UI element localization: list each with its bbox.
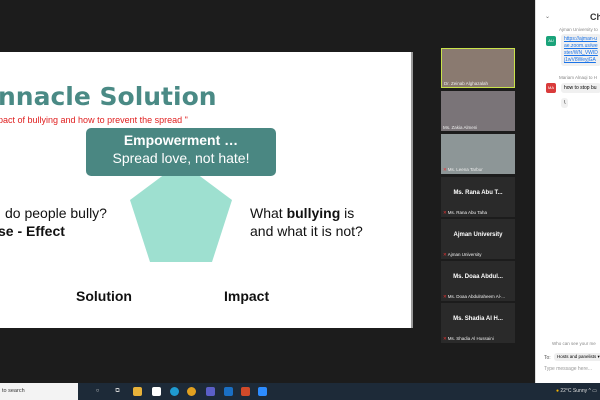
message-sender: Ajman University to bbox=[559, 27, 598, 32]
powerpoint-icon[interactable] bbox=[241, 387, 250, 396]
chevron-down-icon[interactable]: ⌄ bbox=[545, 13, 550, 20]
chat-message: how to stop bu bbox=[561, 83, 600, 93]
chrome-icon[interactable] bbox=[187, 387, 196, 396]
text-bold: bullying bbox=[286, 205, 341, 221]
chevron-up-icon[interactable]: ^ bbox=[589, 388, 591, 394]
left-question: do people bully? bbox=[5, 205, 107, 221]
name: Ms. Rana Abu Taha bbox=[447, 210, 487, 215]
mic-muted-icon: ✕ bbox=[443, 167, 447, 172]
participant-tile[interactable]: Ms. Zakia Almeni bbox=[441, 91, 515, 131]
participant-tile[interactable]: Dr. Zeinab Alghazalah bbox=[441, 48, 515, 88]
participant-display-name: Ms. Doaa Abdul... bbox=[453, 274, 503, 280]
cause-effect: se - Effect bbox=[0, 223, 65, 239]
mic-muted-icon: ✕ bbox=[443, 252, 447, 257]
empowerment-box: Empowerment … Spread love, not hate! bbox=[86, 128, 276, 176]
box-title: Empowerment … bbox=[123, 132, 239, 148]
teams-icon[interactable] bbox=[206, 387, 215, 396]
mic-muted-icon: ✕ bbox=[443, 336, 447, 341]
notification-icon[interactable]: ▭ bbox=[592, 388, 597, 394]
message-link[interactable]: j1wV8WeyjGA bbox=[564, 57, 598, 64]
participant-tile[interactable]: Ms. Doaa Abdul... ✕Ms. Doaa Abdulraheem A… bbox=[441, 261, 515, 301]
chat-message: https://ajman-u ae.zoom.us/we ster/WN_VW… bbox=[561, 34, 600, 66]
avatar: AU bbox=[546, 36, 556, 46]
store-icon[interactable] bbox=[152, 387, 161, 396]
taskbar: to search ○ ⧉ ● 22°C Sunny ^ ▭ bbox=[0, 383, 600, 400]
participant-name: Ms. Zakia Almeni bbox=[443, 125, 478, 130]
recipient-select[interactable]: Hosts and panelists ▾ bbox=[554, 353, 600, 361]
name: Ajman University bbox=[447, 252, 482, 257]
message-link[interactable]: https://ajman-u bbox=[564, 36, 598, 43]
solution-label: Solution bbox=[76, 288, 132, 304]
participant-tile[interactable]: Ajman University ✕Ajman University bbox=[441, 219, 515, 259]
name: Ms. Leena Tarbur bbox=[447, 167, 483, 172]
avatar: MA bbox=[546, 83, 556, 93]
who-can-see-notice[interactable]: Who can see your me bbox=[552, 341, 596, 346]
chat-panel: ⌄ Cha Ajman University to AU https://ajm… bbox=[535, 0, 600, 383]
mic-muted-icon: ✕ bbox=[443, 210, 447, 215]
message-link[interactable]: ster/WN_VWID bbox=[564, 50, 598, 57]
mic-muted-icon: ✕ bbox=[443, 294, 447, 299]
participant-name: ✕Ms. Shadia Al Hussaini bbox=[443, 336, 494, 342]
right-question-2: and what it is not? bbox=[250, 223, 363, 239]
to-label: To: bbox=[544, 355, 551, 361]
edge-icon[interactable] bbox=[170, 387, 179, 396]
participant-display-name: Ajman University bbox=[453, 232, 503, 238]
name: Ms. Shadia Al Hussaini bbox=[447, 336, 494, 341]
message-link[interactable]: ae.zoom.us/we bbox=[564, 43, 598, 50]
participant-tile[interactable]: ✕Ms. Leena Tarbur bbox=[441, 134, 515, 174]
shared-slide: nnacle Solution pact of bullying and how… bbox=[0, 52, 413, 328]
file-explorer-icon[interactable] bbox=[133, 387, 142, 396]
message-input[interactable]: Type message here... bbox=[544, 366, 592, 372]
message-sender: Mariam Alnaqi to H bbox=[559, 75, 598, 80]
participant-tile[interactable]: Ms. Rana Abu T... ✕Ms. Rana Abu Taha bbox=[441, 177, 515, 217]
box-text: Spread love, not hate! bbox=[112, 150, 250, 166]
name: Ms. Doaa Abdulraheem Al-... bbox=[447, 294, 506, 299]
participant-tile[interactable]: Ms. Shadia Al H... ✕Ms. Shadia Al Hussain… bbox=[441, 303, 515, 343]
weather-text: 22°C Sunny bbox=[560, 388, 588, 394]
recipient-value: Hosts and panelists bbox=[557, 354, 597, 359]
task-view-icon[interactable]: ⧉ bbox=[113, 387, 122, 396]
chat-message: \ bbox=[561, 98, 569, 108]
outlook-icon[interactable] bbox=[224, 387, 233, 396]
weather-icon: ● bbox=[555, 388, 559, 394]
zoom-icon[interactable] bbox=[258, 387, 267, 396]
chat-header: Cha bbox=[590, 12, 600, 22]
cortana-icon[interactable]: ○ bbox=[93, 387, 102, 396]
participant-display-name: Ms. Shadia Al H... bbox=[453, 316, 503, 322]
text: What bbox=[250, 205, 287, 221]
participant-display-name: Ms. Rana Abu T... bbox=[453, 190, 503, 196]
slide-subtitle: pact of bullying and how to prevent the … bbox=[0, 115, 188, 125]
participant-name: ✕Ms. Leena Tarbur bbox=[443, 167, 483, 173]
text: is bbox=[340, 205, 355, 221]
slide-title: nnacle Solution bbox=[0, 82, 217, 111]
system-tray[interactable]: ● 22°C Sunny ^ ▭ bbox=[556, 388, 597, 394]
right-question: What bullying is bbox=[250, 204, 354, 223]
participant-name: ✕Ms. Rana Abu Taha bbox=[443, 210, 487, 216]
meeting-area: nnacle Solution pact of bullying and how… bbox=[0, 0, 535, 383]
participant-name: Dr. Zeinab Alghazalah bbox=[444, 81, 488, 86]
name: Dr. Zeinab Alghazalah bbox=[444, 81, 489, 86]
participant-name: ✕Ms. Doaa Abdulraheem Al-... bbox=[443, 294, 505, 300]
taskbar-search[interactable]: to search bbox=[0, 383, 78, 400]
participant-name: ✕Ajman University bbox=[443, 252, 482, 258]
impact-label: Impact bbox=[224, 288, 270, 304]
